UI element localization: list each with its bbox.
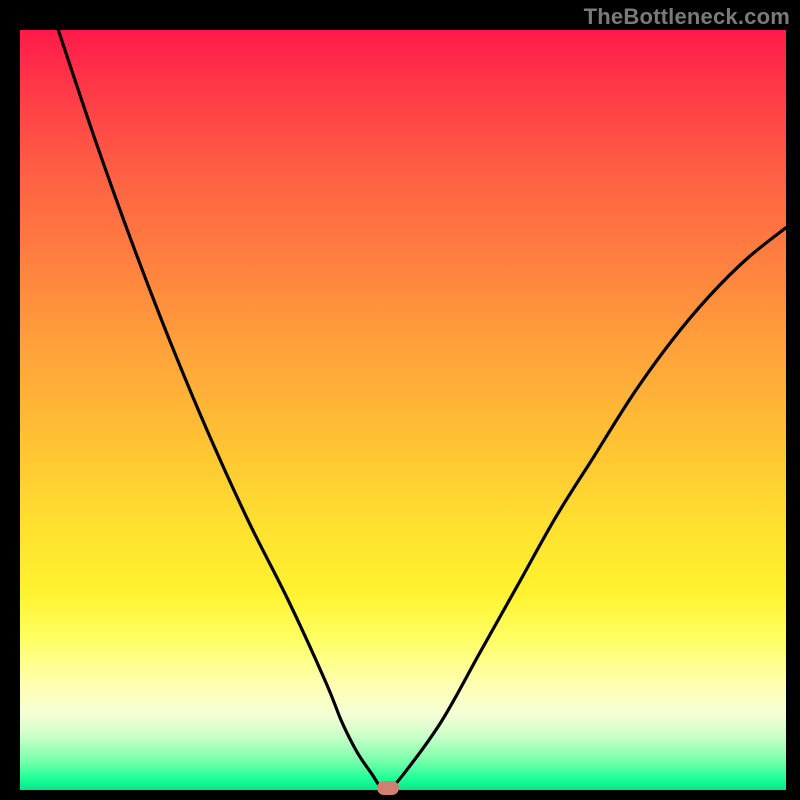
watermark-text: TheBottleneck.com — [584, 4, 790, 30]
chart-frame: TheBottleneck.com — [0, 0, 800, 800]
bottleneck-curve — [20, 30, 786, 790]
minimum-marker — [377, 781, 399, 795]
plot-area — [20, 30, 786, 790]
